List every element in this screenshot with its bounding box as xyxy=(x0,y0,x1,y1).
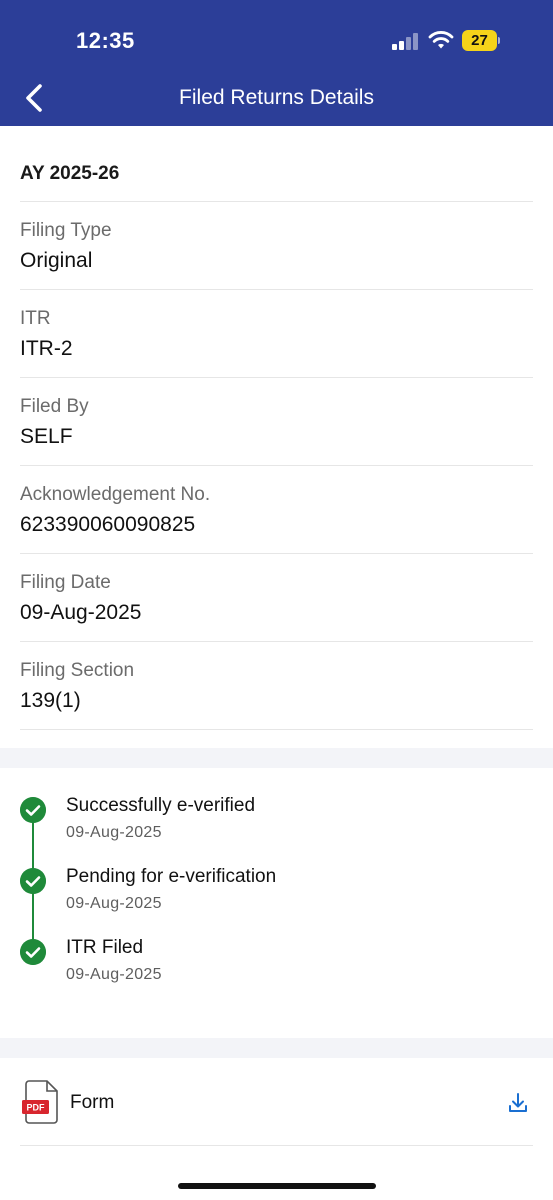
timeline-item: Pending for e-verification 09-Aug-2025 xyxy=(20,866,520,928)
detail-value: Original xyxy=(20,249,93,272)
detail-value: ITR-2 xyxy=(20,337,73,360)
section-divider xyxy=(0,748,553,768)
detail-label: Filing Date xyxy=(20,572,111,593)
battery-icon: 27 xyxy=(462,30,500,51)
detail-row-filing-date: Filing Date 09-Aug-2025 xyxy=(20,554,533,642)
detail-value: SELF xyxy=(20,425,73,448)
detail-label: Filed By xyxy=(20,396,89,417)
detail-label: Acknowledgement No. xyxy=(20,484,211,505)
detail-label: ITR xyxy=(20,308,51,329)
timeline-item: ITR Filed 09-Aug-2025 xyxy=(20,937,520,999)
section-divider xyxy=(0,1038,553,1058)
cellular-signal-icon xyxy=(392,32,420,50)
assessment-year: AY 2025-26 xyxy=(20,126,533,202)
detail-row-itr: ITR ITR-2 xyxy=(20,290,533,378)
check-circle-icon xyxy=(20,939,46,965)
check-circle-icon xyxy=(20,868,46,894)
detail-label: Filing Section xyxy=(20,660,135,681)
detail-row-acknowledgement: Acknowledgement No. 623390060090825 xyxy=(20,466,533,554)
pdf-badge-label: PDF xyxy=(27,1103,46,1113)
check-circle-icon xyxy=(20,797,46,823)
timeline-item: Successfully e-verified 09-Aug-2025 xyxy=(20,795,520,857)
detail-row-filed-by: Filed By SELF xyxy=(20,378,533,466)
pdf-file-icon: PDF xyxy=(22,1080,58,1124)
timeline-date: 09-Aug-2025 xyxy=(66,824,162,841)
timeline-title: Successfully e-verified xyxy=(66,795,256,816)
timeline-title: Pending for e-verification xyxy=(66,866,277,887)
wifi-icon xyxy=(428,31,454,49)
detail-row-filing-type: Filing Type Original xyxy=(20,202,533,290)
detail-value: 09-Aug-2025 xyxy=(20,601,142,624)
detail-row-filing-section: Filing Section 139(1) xyxy=(20,642,533,730)
battery-level: 27 xyxy=(462,30,497,51)
status-time: 12:35 xyxy=(76,28,135,53)
return-details: AY 2025-26 Filing Type Original ITR ITR-… xyxy=(20,126,533,730)
download-icon[interactable] xyxy=(507,1092,529,1114)
detail-label: Filing Type xyxy=(20,220,112,241)
timeline-date: 09-Aug-2025 xyxy=(66,895,162,912)
home-indicator[interactable] xyxy=(178,1183,376,1189)
timeline-title: ITR Filed xyxy=(66,937,144,958)
app-header: 12:35 27 Filed Returns Details xyxy=(0,0,553,126)
page-title: Filed Returns Details xyxy=(179,86,374,109)
detail-value: 139(1) xyxy=(20,689,81,712)
detail-value: 623390060090825 xyxy=(20,513,196,536)
form-label: Form xyxy=(70,1092,115,1113)
form-download-row[interactable]: PDF Form xyxy=(20,1060,533,1146)
timeline-date: 09-Aug-2025 xyxy=(66,966,162,983)
